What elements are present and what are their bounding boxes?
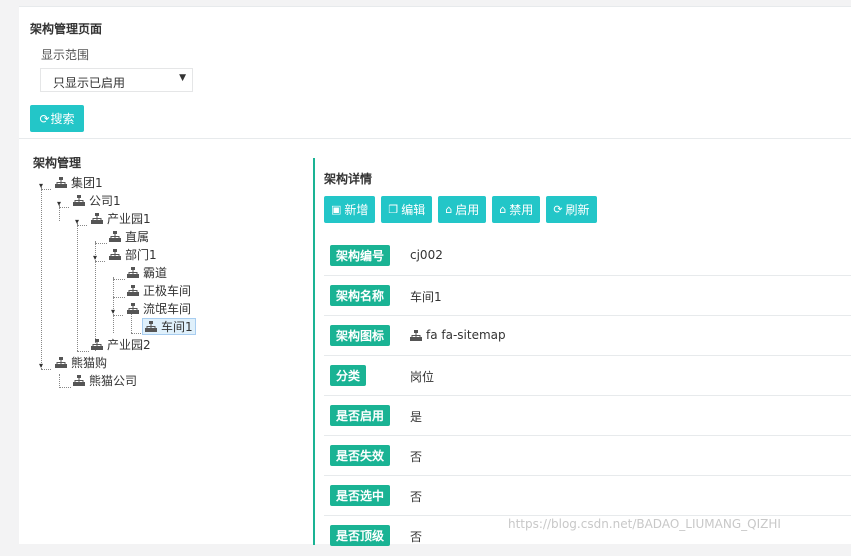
detail-row: 架构编号 cj002	[324, 236, 851, 276]
collapse-toggle[interactable]: ▾	[57, 200, 65, 208]
detail-toolbar: ▣ 新增 ❐ 编辑 ⌂ 启用 ⌂ 禁用 ⟳ 刷新	[324, 196, 597, 223]
detail-row: 架构名称 车间1	[324, 276, 851, 316]
tree-node-label: 直属	[125, 230, 150, 244]
page-title: 架构管理页面	[30, 22, 103, 36]
search-button[interactable]: ⟳ 搜索	[30, 105, 84, 132]
tree-node[interactable]: 公司1	[73, 192, 121, 209]
tree-title: 架构管理	[33, 156, 82, 170]
sitemap-icon	[127, 267, 139, 278]
collapse-toggle[interactable]: ▾	[111, 308, 119, 316]
field-value: cj002	[410, 248, 443, 262]
tree-node[interactable]: 产业园2	[91, 336, 151, 353]
refresh-icon: ⟳	[39, 111, 50, 126]
sitemap-icon	[127, 303, 139, 314]
divider	[19, 138, 851, 139]
refresh-icon: ⟳	[553, 203, 563, 216]
tree-node-label: 流氓车间	[143, 302, 192, 316]
detail-panel: 架构详情 ▣ 新增 ❐ 编辑 ⌂ 启用 ⌂ 禁用 ⟳ 刷新 架构编号 cj002 架构名称…	[313, 158, 851, 546]
disable-button[interactable]: ⌂ 禁用	[492, 196, 541, 223]
collapse-toggle[interactable]: ▾	[75, 218, 83, 226]
sitemap-icon	[109, 249, 121, 260]
sitemap-icon	[91, 213, 103, 224]
tree-node[interactable]: 熊猫购	[55, 354, 107, 371]
field-value: 岗位	[410, 370, 435, 384]
tree-node-selected[interactable]: 车间1	[142, 318, 196, 335]
refresh-button-label: 刷新	[565, 203, 590, 217]
sitemap-icon	[73, 375, 85, 386]
field-label: 架构名称	[330, 285, 391, 306]
collapse-toggle[interactable]: ▾	[39, 362, 47, 370]
enable-button-label: 启用	[455, 203, 480, 217]
tree-node-label: 产业园1	[107, 212, 151, 226]
caret-down-icon: ▼	[179, 73, 186, 83]
sitemap-icon	[410, 330, 422, 341]
sitemap-icon	[55, 177, 67, 188]
sitemap-icon	[109, 231, 121, 242]
bank-icon: ⌂	[445, 203, 453, 216]
tree-node-label: 霸道	[143, 266, 168, 280]
tree-node[interactable]: 熊猫公司	[73, 372, 137, 389]
tree-node[interactable]: 正极车间	[127, 282, 191, 299]
add-button[interactable]: ▣ 新增	[324, 196, 376, 223]
field-value: 否	[410, 490, 423, 504]
field-label: 是否启用	[330, 405, 391, 426]
tree-node[interactable]: 产业园1	[91, 210, 151, 227]
field-label: 是否失效	[330, 445, 391, 466]
search-button-label: 搜索	[50, 112, 75, 126]
field-label: 是否选中	[330, 485, 391, 506]
tree-node[interactable]: 流氓车间	[127, 300, 191, 317]
collapse-toggle[interactable]: ▾	[93, 254, 101, 262]
enable-button[interactable]: ⌂ 启用	[438, 196, 487, 223]
field-value: 车间1	[410, 290, 442, 304]
scope-select-value: 只显示已启用	[53, 76, 126, 90]
save-icon: ▣	[331, 203, 342, 216]
copy-icon: ❐	[388, 203, 399, 216]
edit-button-label: 编辑	[401, 203, 426, 217]
collapse-toggle[interactable]: ▾	[39, 182, 47, 190]
tree-node[interactable]: 直属	[109, 228, 149, 245]
add-button-label: 新增	[344, 203, 369, 217]
detail-row: 是否选中 否	[324, 476, 851, 516]
sitemap-icon	[145, 321, 157, 332]
disable-button-label: 禁用	[509, 203, 534, 217]
tree-node-label: 车间1	[161, 320, 193, 334]
detail-row: 分类 岗位	[324, 356, 851, 396]
field-label: 分类	[330, 365, 367, 386]
tree-node-label: 部门1	[125, 248, 157, 262]
scope-select[interactable]: 只显示已启用 ▼	[40, 68, 193, 92]
tree-node[interactable]: 集团1	[55, 174, 103, 191]
field-value: 否	[410, 530, 423, 544]
scope-label: 显示范围	[41, 48, 90, 62]
tree-node-label: 熊猫公司	[89, 374, 138, 388]
detail-row: 是否失效 否	[324, 436, 851, 476]
bank-icon: ⌂	[499, 203, 507, 216]
tree-node[interactable]: 霸道	[127, 264, 167, 281]
sitemap-icon	[91, 339, 103, 350]
detail-title: 架构详情	[324, 172, 373, 186]
field-value: fa fa-sitemap	[426, 328, 506, 342]
tree-node-label: 正极车间	[143, 284, 192, 298]
tree-node-label: 集团1	[71, 176, 103, 190]
field-label: 是否顶级	[330, 525, 391, 546]
tree-node-label: 公司1	[89, 194, 121, 208]
field-value: 否	[410, 450, 423, 464]
tree-node-label: 熊猫购	[71, 356, 108, 370]
tree-node-label: 产业园2	[107, 338, 151, 352]
sitemap-icon	[73, 195, 85, 206]
sitemap-icon	[55, 357, 67, 368]
sitemap-icon	[127, 285, 139, 296]
field-label: 架构图标	[330, 325, 391, 346]
detail-row: 是否启用 是	[324, 396, 851, 436]
main-panel: 架构管理页面 显示范围 只显示已启用 ▼ ⟳搜索 架构管理 ▾ ▾ ▾ ▾ ▾	[19, 6, 851, 546]
field-value: 是	[410, 410, 423, 424]
refresh-button[interactable]: ⟳ 刷新	[546, 196, 597, 223]
field-label: 架构编号	[330, 245, 391, 266]
detail-row: 架构图标 fa fa-sitemap	[324, 316, 851, 356]
edit-button[interactable]: ❐ 编辑	[381, 196, 433, 223]
tree-node[interactable]: 部门1	[109, 246, 157, 263]
watermark: https://blog.csdn.net/BADAO_LIUMANG_QIZH…	[508, 517, 781, 531]
